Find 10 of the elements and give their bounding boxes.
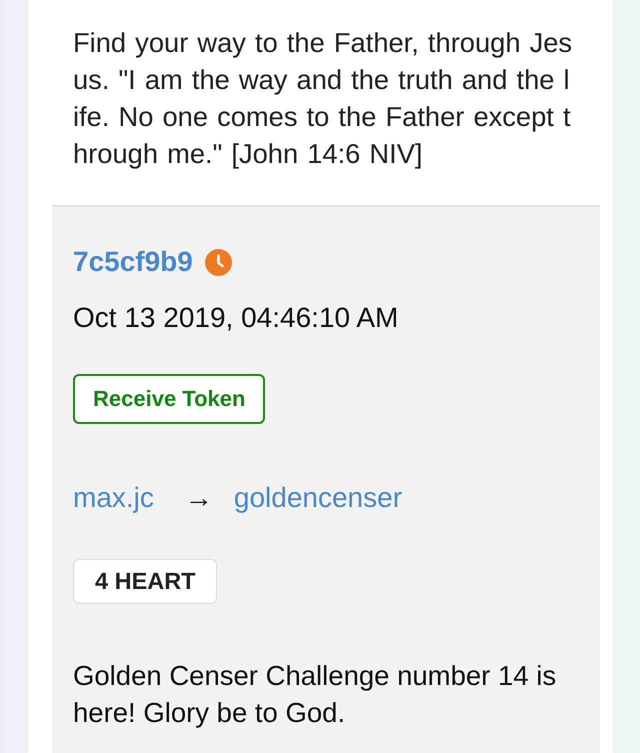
timestamp-text: Oct 13 2019, 04:46:10 AM [73, 302, 400, 334]
clock-icon [204, 248, 232, 276]
direction-arrow: → [184, 482, 213, 514]
sender-link[interactable]: max.jc [73, 482, 154, 514]
amount-tag: 4 HEART [73, 559, 217, 604]
memo-text: Golden Censer Challenge number 14 is here! Glory be to God. [73, 659, 558, 730]
transaction-id-link[interactable]: 7c5cf9b9 [73, 246, 193, 278]
post-text: Find your way to the Father, through Jesus. "I am the way and the truth and the life. No one comes to the Father except through me." [John 14:6 NIV] [73, 26, 573, 171]
receive-token-button[interactable]: Receive Token [73, 374, 266, 424]
recipient-link[interactable]: goldencenser [234, 482, 402, 514]
